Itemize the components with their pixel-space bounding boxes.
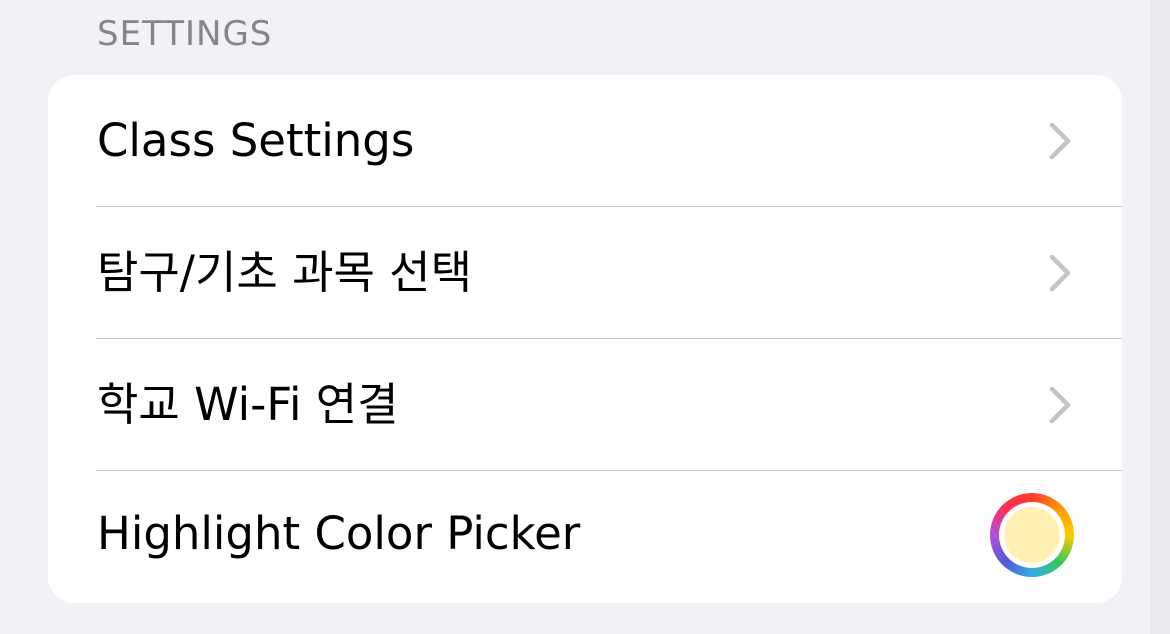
scroll-edge [1150,0,1170,634]
chevron-right-icon [1046,385,1074,425]
row-label: 학교 Wi-Fi 연결 [97,378,399,431]
school-wifi-row[interactable]: 학교 Wi-Fi 연결 [48,339,1122,471]
section-header: SETTINGS [97,14,273,54]
selected-color-swatch [1004,507,1060,563]
row-label: 탐구/기초 과목 선택 [97,246,472,299]
highlight-color-row: Highlight Color Picker [48,471,1122,603]
class-settings-row[interactable]: Class Settings [48,75,1122,207]
chevron-right-icon [1046,253,1074,293]
row-label: Class Settings [97,114,415,167]
settings-group: Class Settings 탐구/기초 과목 선택 학교 Wi-Fi 연결 H… [48,75,1122,603]
row-label: Highlight Color Picker [97,507,581,560]
color-picker-well[interactable] [990,493,1074,577]
chevron-right-icon [1046,121,1074,161]
subject-selection-row[interactable]: 탐구/기초 과목 선택 [48,207,1122,339]
